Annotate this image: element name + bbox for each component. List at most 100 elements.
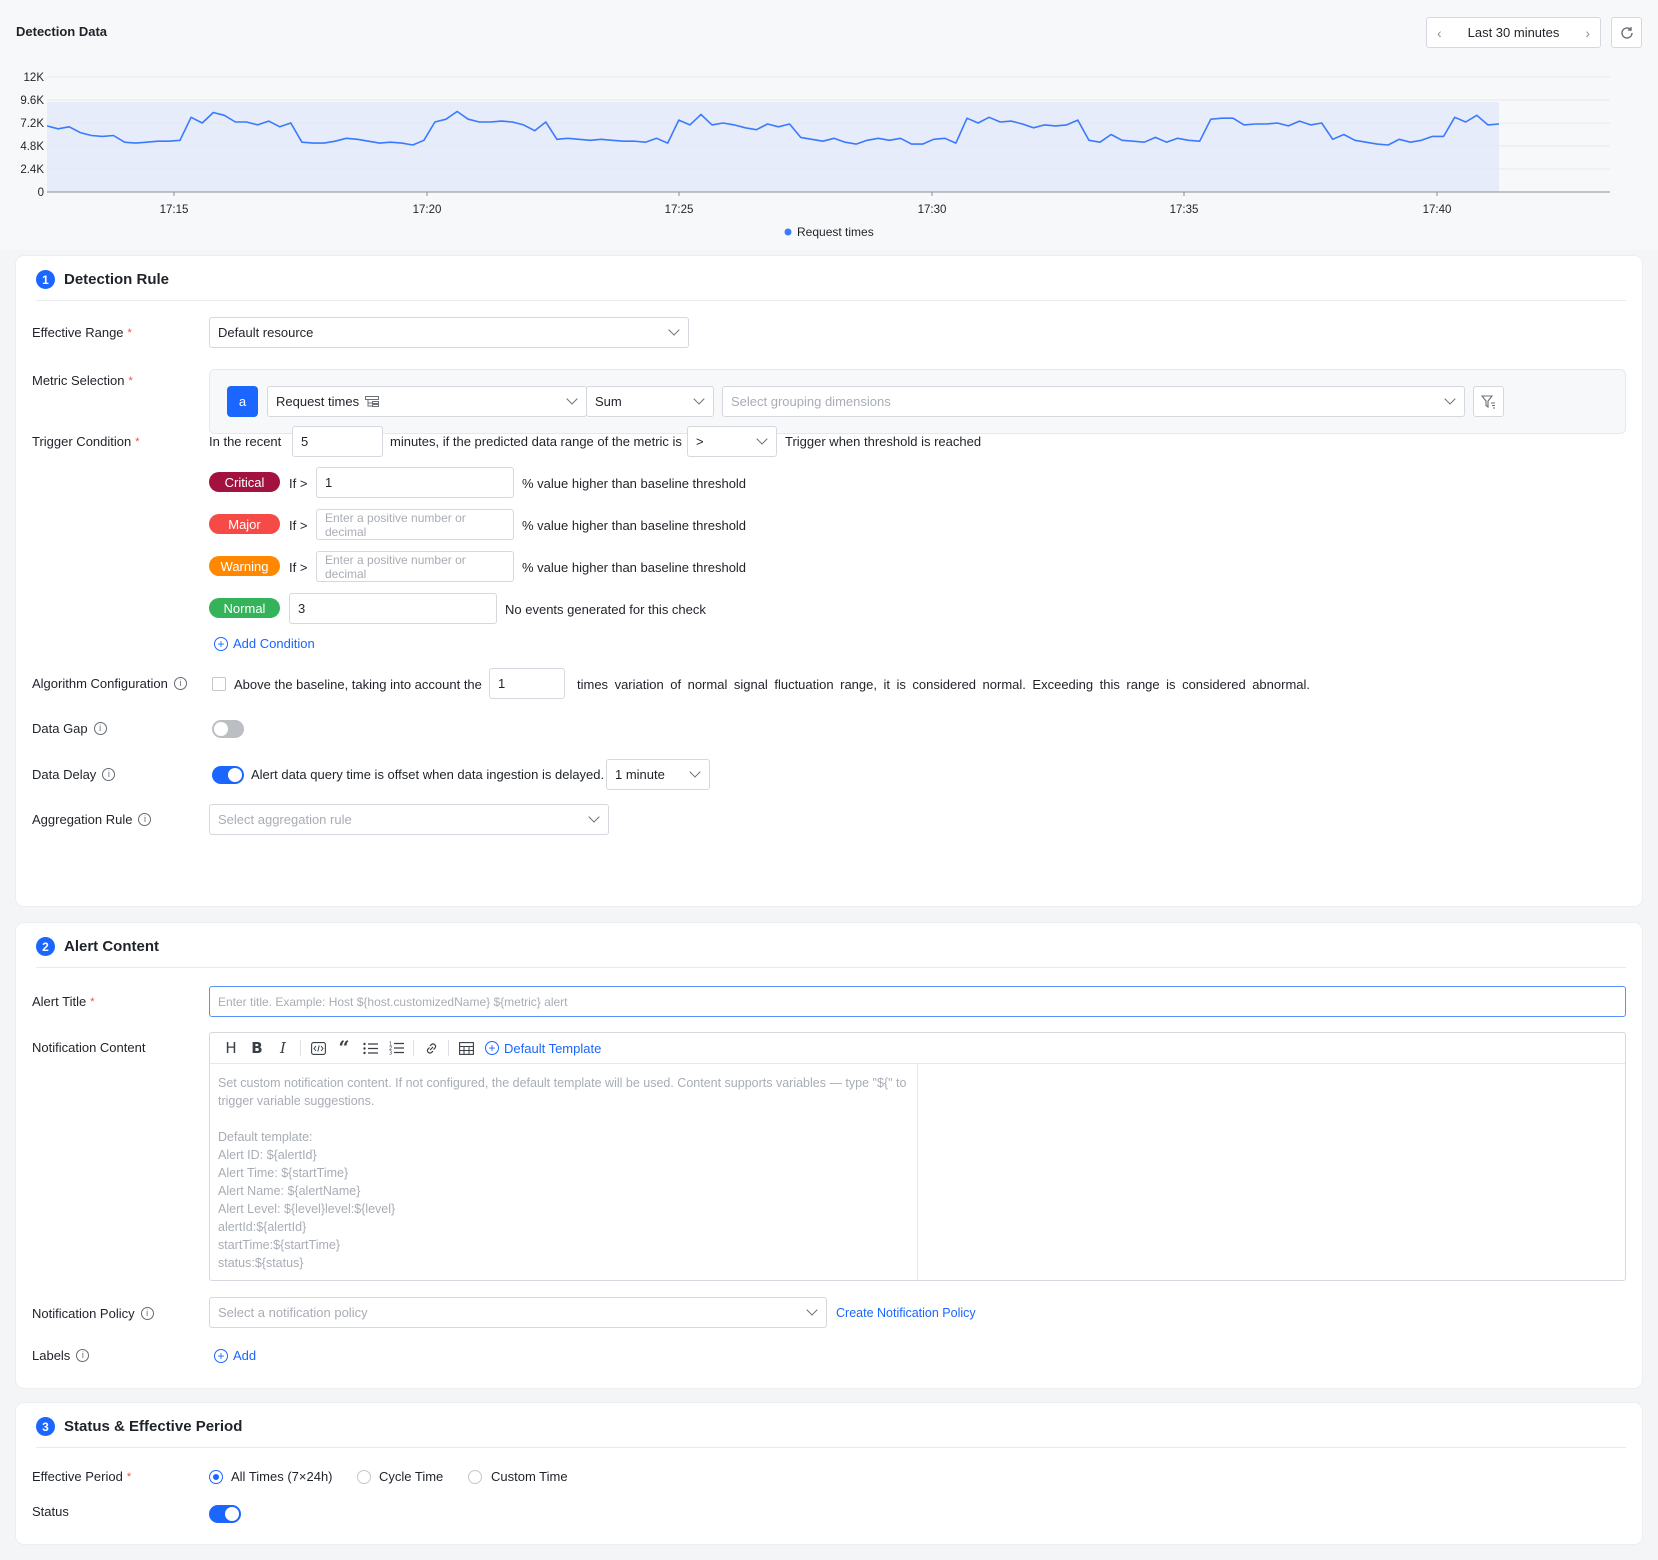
refresh-button[interactable]: [1611, 17, 1642, 48]
select-value: 1 minute: [615, 767, 665, 782]
y-tick-label: 12K: [24, 72, 45, 84]
trigger-prefix: In the recent: [209, 434, 282, 449]
italic-icon[interactable]: I: [270, 1035, 296, 1061]
if-greater-label: If >: [289, 476, 308, 491]
major-threshold-input[interactable]: Enter a positive number or decimal: [316, 509, 514, 540]
notification-policy-select[interactable]: Select a notification policy: [209, 1297, 827, 1328]
data-delay-toggle[interactable]: [212, 766, 244, 784]
step-badge: 3: [36, 1417, 55, 1436]
effective-range-label: Effective Range *: [32, 325, 132, 340]
add-condition-button[interactable]: + Add Condition: [214, 636, 315, 651]
step-badge: 2: [36, 937, 55, 956]
x-tick-label: 17:30: [918, 204, 947, 216]
table-icon[interactable]: [453, 1035, 479, 1061]
filter-icon: [1481, 394, 1495, 409]
toolbar-divider: [448, 1040, 449, 1056]
chevron-left-icon[interactable]: ‹: [1437, 26, 1442, 40]
trigger-minutes-input[interactable]: 5: [292, 426, 383, 457]
info-icon[interactable]: i: [102, 768, 116, 781]
field-label: Data Gap: [32, 721, 88, 736]
metric-select[interactable]: Request times: [267, 386, 587, 417]
select-value: Sum: [595, 394, 622, 409]
radio-cycle-time-label[interactable]: Cycle Time: [379, 1469, 443, 1484]
trigger-suffix: Trigger when threshold is reached: [785, 434, 982, 449]
heading-icon[interactable]: H: [218, 1035, 244, 1061]
plus-circle-icon: +: [485, 1041, 499, 1055]
radio-custom-time-label[interactable]: Custom Time: [491, 1469, 568, 1484]
algorithm-checkbox[interactable]: [212, 677, 226, 691]
toolbar-divider: [413, 1040, 414, 1056]
detection-rule-card: 1 Detection Rule Effective Range * Defaul…: [16, 256, 1642, 906]
metric-alias-badge[interactable]: a: [227, 386, 258, 417]
card-title: Detection Rule: [64, 271, 170, 288]
data-gap-toggle[interactable]: [212, 720, 244, 738]
aggregation-rule-select[interactable]: Select aggregation rule: [209, 804, 609, 835]
normal-threshold-input[interactable]: 3: [289, 593, 497, 624]
y-tick-label: 2.4K: [20, 164, 44, 176]
info-icon[interactable]: i: [173, 677, 187, 690]
svg-text:3: 3: [389, 1051, 392, 1056]
notification-content-editor[interactable]: H B I “ 123 + Default Template Set custo…: [209, 1032, 1626, 1281]
chevron-down-icon: [1444, 393, 1456, 405]
select-value: >: [696, 434, 704, 449]
field-label: Effective Period: [32, 1469, 123, 1484]
info-icon[interactable]: i: [93, 722, 107, 735]
chevron-right-icon[interactable]: ›: [1585, 26, 1590, 40]
info-icon[interactable]: i: [76, 1349, 90, 1362]
data-delay-select[interactable]: 1 minute: [606, 759, 710, 790]
editor-text-area[interactable]: Set custom notification content. If not …: [210, 1064, 918, 1280]
select-value: Request times: [276, 394, 360, 409]
create-notification-policy-link[interactable]: Create Notification Policy: [836, 1306, 976, 1320]
card-title: Alert Content: [64, 938, 159, 955]
link-icon[interactable]: [418, 1035, 444, 1061]
code-block-icon[interactable]: [305, 1035, 331, 1061]
bullet-list-icon[interactable]: [357, 1035, 383, 1061]
field-label: Labels: [32, 1348, 71, 1363]
filter-button[interactable]: [1473, 386, 1504, 417]
default-template-button[interactable]: + Default Template: [485, 1041, 601, 1056]
plus-circle-icon: +: [214, 1348, 228, 1363]
input-value: 1: [498, 676, 506, 691]
algorithm-multiplier-input[interactable]: 1: [489, 668, 565, 699]
chevron-down-icon: [566, 393, 578, 405]
notification-policy-label: Notification Policy i: [32, 1306, 154, 1321]
field-label: Status: [32, 1504, 69, 1519]
y-tick-label: 7.2K: [20, 118, 44, 130]
info-icon[interactable]: i: [138, 813, 152, 826]
radio-all-times[interactable]: [209, 1470, 223, 1484]
aggregation-select[interactable]: Sum: [586, 386, 714, 417]
divider: [36, 300, 1626, 301]
severity-critical-badge: Critical: [209, 472, 280, 492]
alert-title-input[interactable]: Enter title. Example: Host ${host.custom…: [209, 986, 1626, 1017]
add-label-button[interactable]: + Add: [214, 1348, 256, 1363]
field-label: Notification Content: [32, 1040, 146, 1055]
trigger-operator-select[interactable]: >: [687, 426, 777, 457]
critical-threshold-input[interactable]: 1: [316, 467, 514, 498]
chevron-down-icon: [689, 766, 701, 778]
toolbar-divider: [300, 1040, 301, 1056]
radio-cycle-time[interactable]: [357, 1470, 371, 1484]
effective-range-select[interactable]: Default resource: [209, 317, 689, 348]
toggle-knob: [214, 722, 228, 736]
required-mark: *: [135, 435, 140, 448]
ordered-list-icon[interactable]: 123: [383, 1035, 409, 1061]
trigger-middle-text: minutes, if the predicted data range of …: [390, 434, 682, 449]
radio-all-times-label[interactable]: All Times (7×24h): [231, 1469, 333, 1484]
status-toggle[interactable]: [209, 1505, 241, 1523]
legend-label: Request times: [797, 225, 874, 239]
info-icon[interactable]: i: [140, 1307, 154, 1320]
link-label: Default Template: [504, 1040, 602, 1056]
bold-icon[interactable]: B: [244, 1035, 270, 1061]
warning-threshold-input[interactable]: Enter a positive number or decimal: [316, 551, 514, 582]
notification-content-label: Notification Content: [32, 1040, 145, 1055]
x-tick-label: 17:15: [160, 204, 189, 216]
time-range-picker[interactable]: ‹ Last 30 minutes ›: [1426, 17, 1601, 48]
metric-tree-icon: [365, 395, 380, 407]
quote-icon[interactable]: “: [331, 1035, 357, 1061]
data-delay-text: Alert data query time is offset when dat…: [251, 767, 605, 782]
grouping-dimensions-select[interactable]: Select grouping dimensions: [722, 386, 1465, 417]
alert-content-card: 2 Alert Content Alert Title * Enter title…: [16, 923, 1642, 1388]
labels-label: Labels i: [32, 1348, 90, 1363]
radio-custom-time[interactable]: [468, 1470, 482, 1484]
alert-title-label: Alert Title *: [32, 994, 94, 1009]
